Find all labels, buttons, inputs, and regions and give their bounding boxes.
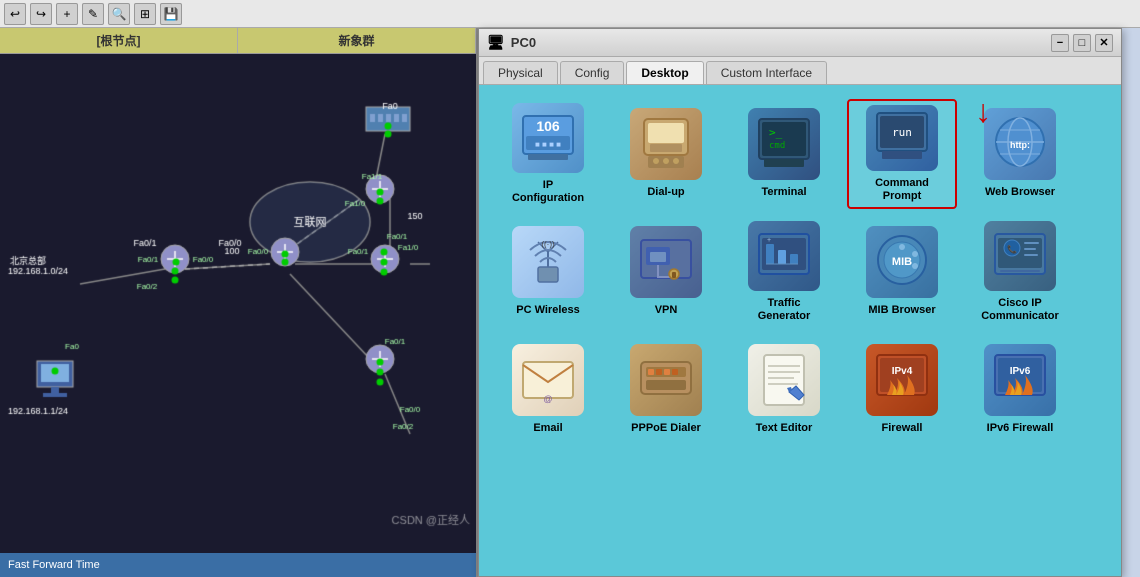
icon-command-prompt: run <box>866 105 938 171</box>
label-pppoe: PPPoE Dialer <box>631 422 701 435</box>
svg-text:IPv4: IPv4 <box>892 366 913 377</box>
toolbar-icon-6[interactable]: ⊞ <box>134 3 156 25</box>
desktop-item-terminal[interactable]: >_ cmd Terminal <box>729 99 839 209</box>
svg-text:run: run <box>892 126 912 139</box>
tab-config[interactable]: Config <box>560 61 625 84</box>
label-traffic-gen: Traffic Generator <box>758 297 811 323</box>
network-canvas <box>0 54 476 553</box>
svg-text:106: 106 <box>536 118 560 134</box>
toolbar-icon-5[interactable]: 🔍 <box>108 3 130 25</box>
tab-custom[interactable]: Custom Interface <box>706 61 827 84</box>
desktop-item-web-browser[interactable]: http: Web Browser <box>965 99 1075 209</box>
dialog-titlebar: 🖥 PC0 − □ ✕ <box>479 29 1121 57</box>
icon-dialup <box>630 108 702 180</box>
top-toolbar: ↩ ↪ + ✎ 🔍 ⊞ 💾 <box>0 0 1140 28</box>
desktop-item-pppoe[interactable]: PPPoE Dialer <box>611 335 721 445</box>
icon-ipv6-firewall: IPv6 <box>984 344 1056 416</box>
desktop-item-command-prompt[interactable]: run Command Prompt <box>847 99 957 209</box>
label-dialup: Dial-up <box>647 186 684 199</box>
desktop-item-mib-browser[interactable]: MIB MIB Browser <box>847 217 957 327</box>
toolbar-icon-3[interactable]: + <box>56 3 78 25</box>
label-email: Email <box>533 422 562 435</box>
icon-cisco-ip: 📞 <box>984 221 1056 291</box>
svg-text:>_: >_ <box>769 126 783 139</box>
label-mib-browser: MIB Browser <box>868 304 935 317</box>
toolbar-icon-4[interactable]: ✎ <box>82 3 104 25</box>
desktop-content: ↓ 106 ■ ■ ■ ■ IP Configuration Dial-up >… <box>479 85 1121 576</box>
toolbar-icon-2[interactable]: ↪ <box>30 3 52 25</box>
icon-text-editor <box>748 344 820 416</box>
main-area: [根节点] 新象群 Fast Forward Time 🖥 PC0 − □ ✕ … <box>0 28 1140 577</box>
label-vpn: VPN <box>655 304 678 317</box>
header-cluster: 新象群 <box>238 28 476 53</box>
desktop-item-ipv6-firewall[interactable]: IPv6 IPv6 Firewall <box>965 335 1075 445</box>
dialog-tabs: Physical Config Desktop Custom Interface <box>479 57 1121 85</box>
label-terminal: Terminal <box>761 186 806 199</box>
svg-text:@: @ <box>543 394 552 404</box>
icon-mib-browser: MIB <box>866 226 938 298</box>
svg-text:■ ■ ■ ■: ■ ■ ■ ■ <box>535 140 561 149</box>
minimize-button[interactable]: − <box>1051 34 1069 52</box>
label-ip-config: IP Configuration <box>512 179 584 205</box>
dialog-title: PC0 <box>511 35 1051 50</box>
desktop-item-dialup[interactable]: Dial-up <box>611 99 721 209</box>
fast-forward-label: Fast Forward Time <box>8 559 100 571</box>
left-panel: [根节点] 新象群 Fast Forward Time <box>0 28 478 577</box>
desktop-item-firewall[interactable]: IPv4 Firewall <box>847 335 957 445</box>
desktop-item-traffic-gen[interactable]: + Traffic Generator <box>729 217 839 327</box>
header-root: [根节点] <box>0 28 238 53</box>
label-pc-wireless: PC Wireless <box>516 304 580 317</box>
label-text-editor: Text Editor <box>756 422 813 435</box>
icon-traffic-gen: + <box>748 221 820 291</box>
dialog-controls: − □ ✕ <box>1051 34 1113 52</box>
desktop-item-cisco-ip[interactable]: 📞 Cisco IP Communicator <box>965 217 1075 327</box>
icon-web-browser: http: <box>984 108 1056 180</box>
svg-text:((·)): ((·)) <box>541 240 555 249</box>
desktop-item-email[interactable]: @ Email <box>493 335 603 445</box>
icon-pc-wireless: ((·)) <box>512 226 584 298</box>
desktop-item-ip-config[interactable]: 106 ■ ■ ■ ■ IP Configuration <box>493 99 603 209</box>
left-header: [根节点] 新象群 <box>0 28 476 54</box>
close-button[interactable]: ✕ <box>1095 34 1113 52</box>
svg-text:+: + <box>767 237 771 244</box>
icon-vpn <box>630 226 702 298</box>
icon-ip-config: 106 ■ ■ ■ ■ <box>512 103 584 173</box>
svg-text:MIB: MIB <box>892 256 912 268</box>
desktop-item-pc-wireless[interactable]: ((·)) PC Wireless <box>493 217 603 327</box>
desktop-item-text-editor[interactable]: Text Editor <box>729 335 839 445</box>
toolbar-icon-1[interactable]: ↩ <box>4 3 26 25</box>
icon-terminal: >_ cmd <box>748 108 820 180</box>
desktop-item-vpn[interactable]: VPN <box>611 217 721 327</box>
tab-physical[interactable]: Physical <box>483 61 558 84</box>
svg-text:http:: http: <box>1010 140 1030 150</box>
icon-firewall: IPv4 <box>866 344 938 416</box>
pc0-dialog: 🖥 PC0 − □ ✕ Physical Config Desktop Cust… <box>478 28 1122 577</box>
svg-text:IPv6: IPv6 <box>1010 366 1031 377</box>
tab-desktop[interactable]: Desktop <box>626 61 703 84</box>
label-ipv6-firewall: IPv6 Firewall <box>987 422 1054 435</box>
icon-pppoe <box>630 344 702 416</box>
label-firewall: Firewall <box>882 422 923 435</box>
dialog-title-icon: 🖥 <box>487 34 505 51</box>
label-command-prompt: Command Prompt <box>875 177 929 203</box>
icon-email: @ <box>512 344 584 416</box>
label-web-browser: Web Browser <box>985 186 1055 199</box>
toolbar-icon-7[interactable]: 💾 <box>160 3 182 25</box>
maximize-button[interactable]: □ <box>1073 34 1091 52</box>
svg-text:📞: 📞 <box>1007 244 1017 254</box>
left-bottom-bar: Fast Forward Time <box>0 553 476 577</box>
svg-text:cmd: cmd <box>769 141 785 151</box>
desktop-grid: 106 ■ ■ ■ ■ IP Configuration Dial-up >_ … <box>489 95 1111 449</box>
label-cisco-ip: Cisco IP Communicator <box>981 297 1059 323</box>
